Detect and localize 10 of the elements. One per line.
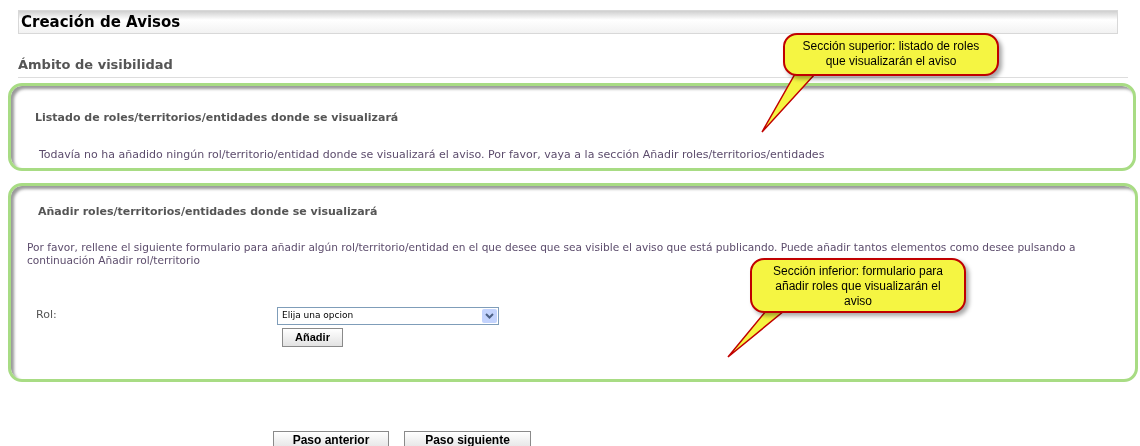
list-section-title: Listado de roles/territorios/entidades donde se visualizará [35,110,400,126]
step-button[interactable]: Paso anterior [273,431,389,446]
section-heading: Ámbito de visibilidad [18,57,173,72]
role-select[interactable]: Elija una opcion [277,306,499,325]
add-section-title: Añadir roles/territorios/entidades donde se visualizará [38,204,379,220]
role-label: Rol: [36,306,58,323]
add-button[interactable]: Añadir [282,327,343,347]
empty-list-message: Todavía no ha añadido ningún rol/territorio/entidad donde se visualizará el aviso. Por favor, vaya a la sección Añadir roles/territorios/entidades [39,146,826,163]
page-title: Creación de Avisos [21,11,181,33]
step-button[interactable]: Paso siguiente [404,431,531,446]
